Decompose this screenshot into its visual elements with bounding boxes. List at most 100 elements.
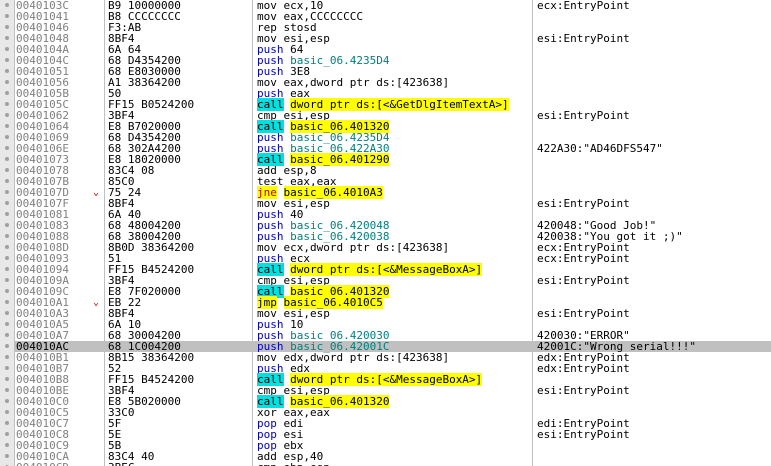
- instruction-mnemonic: cmp: [257, 461, 277, 466]
- breakpoint-gutter[interactable]: [0, 143, 14, 154]
- branch-arrow-icon: ⌄: [93, 297, 100, 308]
- breakpoint-gutter[interactable]: [0, 99, 14, 110]
- breakpoint-dot-icon[interactable]: [5, 333, 9, 337]
- breakpoint-dot-icon[interactable]: [5, 102, 9, 106]
- breakpoint-gutter[interactable]: [0, 275, 14, 286]
- breakpoint-dot-icon[interactable]: [5, 113, 9, 117]
- breakpoint-dot-icon[interactable]: [5, 58, 9, 62]
- breakpoint-gutter[interactable]: [0, 209, 14, 220]
- breakpoint-dot-icon[interactable]: [5, 190, 9, 194]
- breakpoint-dot-icon[interactable]: [5, 311, 9, 315]
- breakpoint-gutter[interactable]: [0, 198, 14, 209]
- breakpoint-dot-icon[interactable]: [5, 69, 9, 73]
- breakpoint-dot-icon[interactable]: [5, 366, 9, 370]
- breakpoint-gutter[interactable]: [0, 297, 14, 308]
- breakpoint-gutter[interactable]: [0, 22, 14, 33]
- breakpoint-gutter[interactable]: [0, 374, 14, 385]
- breakpoint-gutter[interactable]: [0, 253, 14, 264]
- breakpoint-gutter[interactable]: [0, 418, 14, 429]
- breakpoint-gutter[interactable]: [0, 264, 14, 275]
- breakpoint-dot-icon[interactable]: [5, 432, 9, 436]
- breakpoint-dot-icon[interactable]: [5, 124, 9, 128]
- breakpoint-gutter[interactable]: [0, 352, 14, 363]
- breakpoint-dot-icon[interactable]: [5, 355, 9, 359]
- breakpoint-dot-icon[interactable]: [5, 179, 9, 183]
- breakpoint-gutter[interactable]: [0, 341, 14, 352]
- breakpoint-dot-icon[interactable]: [5, 80, 9, 84]
- breakpoint-dot-icon[interactable]: [5, 410, 9, 414]
- breakpoint-gutter[interactable]: [0, 154, 14, 165]
- breakpoint-dot-icon[interactable]: [5, 344, 9, 348]
- breakpoint-gutter[interactable]: [0, 0, 14, 11]
- breakpoint-gutter[interactable]: [0, 429, 14, 440]
- row-comment: 422A30:"AD46DFS547": [537, 142, 663, 155]
- breakpoint-dot-icon[interactable]: [5, 135, 9, 139]
- breakpoint-gutter[interactable]: [0, 11, 14, 22]
- breakpoint-dot-icon[interactable]: [5, 399, 9, 403]
- breakpoint-gutter[interactable]: [0, 231, 14, 242]
- breakpoint-gutter[interactable]: [0, 440, 14, 451]
- breakpoint-gutter[interactable]: [0, 44, 14, 55]
- breakpoint-dot-icon[interactable]: [5, 168, 9, 172]
- breakpoint-dot-icon[interactable]: [5, 223, 9, 227]
- breakpoint-gutter[interactable]: [0, 132, 14, 143]
- breakpoint-gutter[interactable]: [0, 88, 14, 99]
- disasm-row[interactable]: 004010CD 3BEC cmp ebp,esp: [0, 462, 771, 466]
- breakpoint-gutter[interactable]: [0, 121, 14, 132]
- breakpoint-gutter[interactable]: [0, 363, 14, 374]
- breakpoint-gutter[interactable]: [0, 330, 14, 341]
- breakpoint-gutter[interactable]: [0, 462, 14, 466]
- breakpoint-gutter[interactable]: [0, 187, 14, 198]
- breakpoint-dot-icon[interactable]: [5, 443, 9, 447]
- breakpoint-dot-icon[interactable]: [5, 421, 9, 425]
- row-comment: esi:EntryPoint: [537, 197, 630, 210]
- breakpoint-dot-icon[interactable]: [5, 3, 9, 7]
- breakpoint-gutter[interactable]: [0, 451, 14, 462]
- breakpoint-gutter[interactable]: [0, 308, 14, 319]
- instruction-operands: ebp,esp: [284, 461, 330, 466]
- breakpoint-dot-icon[interactable]: [5, 377, 9, 381]
- breakpoint-gutter[interactable]: [0, 242, 14, 253]
- breakpoint-gutter[interactable]: [0, 33, 14, 44]
- breakpoint-gutter[interactable]: [0, 396, 14, 407]
- breakpoint-gutter[interactable]: [0, 319, 14, 330]
- breakpoint-gutter[interactable]: [0, 77, 14, 88]
- breakpoint-gutter[interactable]: [0, 385, 14, 396]
- breakpoint-gutter[interactable]: [0, 220, 14, 231]
- row-comment: esi:EntryPoint: [537, 428, 630, 441]
- breakpoint-gutter[interactable]: [0, 66, 14, 77]
- row-comment: edx:EntryPoint: [537, 362, 630, 375]
- breakpoint-dot-icon[interactable]: [5, 201, 9, 205]
- row-comment: esi:EntryPoint: [537, 274, 630, 287]
- breakpoint-dot-icon[interactable]: [5, 157, 9, 161]
- breakpoint-dot-icon[interactable]: [5, 47, 9, 51]
- breakpoint-dot-icon[interactable]: [5, 36, 9, 40]
- breakpoint-dot-icon[interactable]: [5, 267, 9, 271]
- breakpoint-dot-icon[interactable]: [5, 322, 9, 326]
- breakpoint-gutter[interactable]: [0, 286, 14, 297]
- breakpoint-gutter[interactable]: [0, 407, 14, 418]
- breakpoint-gutter[interactable]: [0, 165, 14, 176]
- breakpoint-dot-icon[interactable]: [5, 25, 9, 29]
- breakpoint-dot-icon[interactable]: [5, 146, 9, 150]
- breakpoint-dot-icon[interactable]: [5, 256, 9, 260]
- row-address: 004010CD: [16, 462, 69, 466]
- breakpoint-dot-icon[interactable]: [5, 278, 9, 282]
- breakpoint-dot-icon[interactable]: [5, 212, 9, 216]
- breakpoint-dot-icon[interactable]: [5, 454, 9, 458]
- breakpoint-gutter[interactable]: [0, 55, 14, 66]
- breakpoint-dot-icon[interactable]: [5, 300, 9, 304]
- row-instruction: cmp ebp,esp: [257, 462, 330, 466]
- breakpoint-dot-icon[interactable]: [5, 245, 9, 249]
- breakpoint-dot-icon[interactable]: [5, 234, 9, 238]
- breakpoint-dot-icon[interactable]: [5, 14, 9, 18]
- breakpoint-dot-icon[interactable]: [5, 289, 9, 293]
- breakpoint-dot-icon[interactable]: [5, 388, 9, 392]
- breakpoint-gutter[interactable]: [0, 176, 14, 187]
- row-comment: ecx:EntryPoint: [537, 252, 630, 265]
- breakpoint-gutter[interactable]: [0, 110, 14, 121]
- breakpoint-dot-icon[interactable]: [5, 91, 9, 95]
- row-comment: esi:EntryPoint: [537, 307, 630, 320]
- branch-arrow-icon: ⌄: [93, 187, 100, 198]
- disassembly-view[interactable]: 0040103C B9 10000000 mov ecx,10 ecx:EntryPo…: [0, 0, 771, 466]
